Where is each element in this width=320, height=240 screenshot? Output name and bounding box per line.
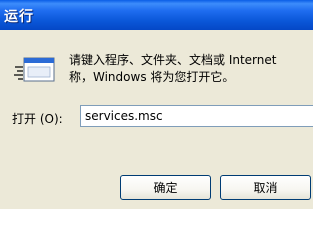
run-dialog-window: 运行 请键入程序、文件夹、文档或 Internet 称，Windows 将为您打… xyxy=(0,0,313,209)
dialog-body: 请键入程序、文件夹、文档或 Internet 称，Windows 将为您打开它。… xyxy=(0,30,313,209)
cancel-button[interactable]: 取消 xyxy=(220,175,311,200)
ok-button[interactable]: 确定 xyxy=(120,175,211,200)
dialog-description: 请键入程序、文件夹、文档或 Internet 称，Windows 将为您打开它。 xyxy=(69,52,276,86)
window-title: 运行 xyxy=(4,9,34,25)
description-line-2: 称，Windows 将为您打开它。 xyxy=(69,70,235,84)
open-command-input[interactable] xyxy=(80,105,313,127)
open-field-label: 打开 (O): xyxy=(12,112,63,126)
description-line-1: 请键入程序、文件夹、文档或 Internet xyxy=(69,53,277,67)
run-dialog-icon xyxy=(14,57,55,82)
title-bar[interactable]: 运行 xyxy=(0,0,313,30)
